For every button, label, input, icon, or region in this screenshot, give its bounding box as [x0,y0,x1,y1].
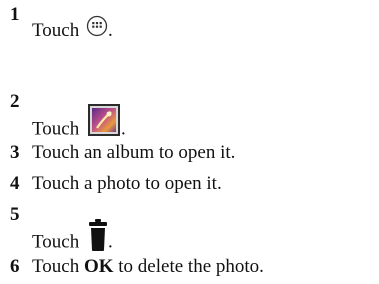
step-number: 5 [10,204,20,225]
apps-grid-icon [86,15,108,37]
step-text-after: . [107,20,113,41]
trash-icon [88,218,108,252]
step-4: 4 Touch a photo to open it. [0,173,379,199]
step-number: 4 [10,173,20,194]
step-3: 3 Touch an album to open it. [0,142,379,168]
gallery-icon [87,103,121,137]
step-text-before: Touch [32,20,80,41]
step-text-after: . [120,118,126,140]
step-number: 6 [10,256,20,277]
ok-label: OK [83,256,114,277]
step-5: 5 Touch . [0,200,379,260]
step-1: 1 Touch . [0,0,379,43]
step-text: Touch a photo to open it. [32,173,222,194]
step-text: Touch . [32,15,113,43]
step-text-before: Touch [32,118,80,140]
step-number: 2 [10,91,20,112]
step-number: 3 [10,142,20,163]
step-text-before: Touch [32,256,80,277]
step-text: Touch an album to open it. [32,142,236,163]
step-number: 1 [10,4,20,25]
step-2: 2 Touch . [0,55,379,139]
step-text-after: . [107,231,113,253]
step-text: Touch . [32,219,113,260]
step-text-before: Touch [32,231,80,253]
step-text: Touch OK to delete the photo. [32,256,264,278]
step-text-after: to delete the photo. [118,256,264,277]
step-6: 6 Touch OK to delete the photo. [0,256,379,282]
